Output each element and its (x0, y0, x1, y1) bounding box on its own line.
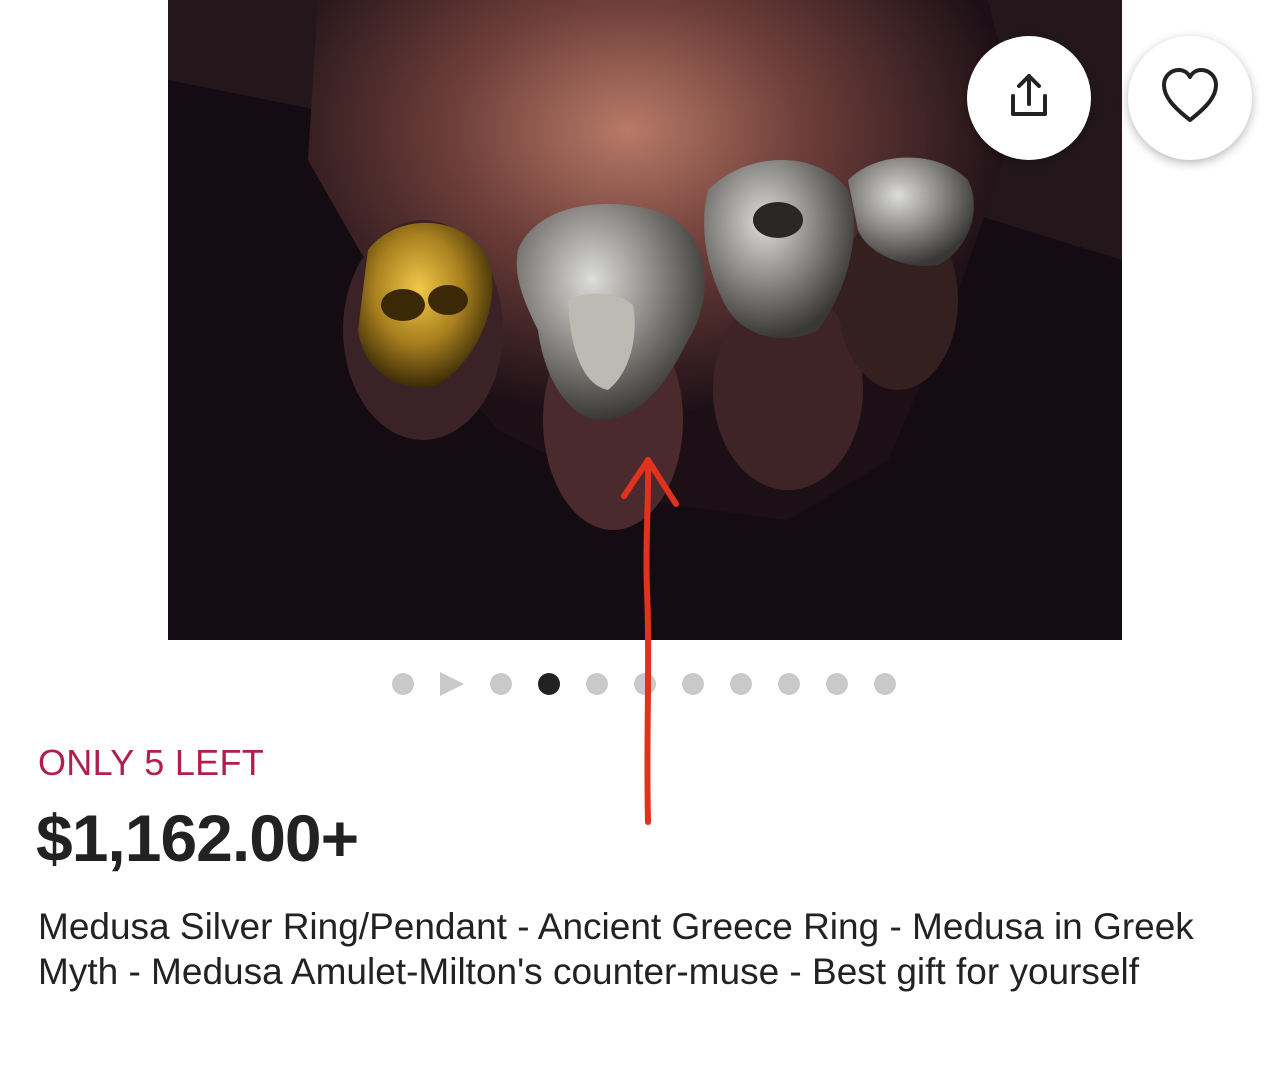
share-icon (1001, 68, 1057, 129)
video-play-icon[interactable] (440, 672, 464, 696)
share-button[interactable] (967, 36, 1091, 160)
carousel-dot[interactable] (634, 673, 656, 695)
carousel-dot[interactable] (874, 673, 896, 695)
carousel-dot[interactable] (826, 673, 848, 695)
carousel-dot[interactable] (778, 673, 800, 695)
carousel-dot-active[interactable] (538, 673, 560, 695)
carousel-dot[interactable] (392, 673, 414, 695)
heart-icon (1158, 66, 1222, 131)
stock-label: ONLY 5 LEFT (38, 742, 265, 783)
price: $1,162.00+ (36, 801, 359, 875)
listing-title: Medusa Silver Ring/Pendant - Ancient Gre… (38, 906, 1194, 992)
favorite-button[interactable] (1128, 36, 1252, 160)
carousel-dot[interactable] (586, 673, 608, 695)
carousel-dot[interactable] (730, 673, 752, 695)
image-carousel-indicator (392, 672, 922, 696)
carousel-dot[interactable] (490, 673, 512, 695)
carousel-dot[interactable] (682, 673, 704, 695)
